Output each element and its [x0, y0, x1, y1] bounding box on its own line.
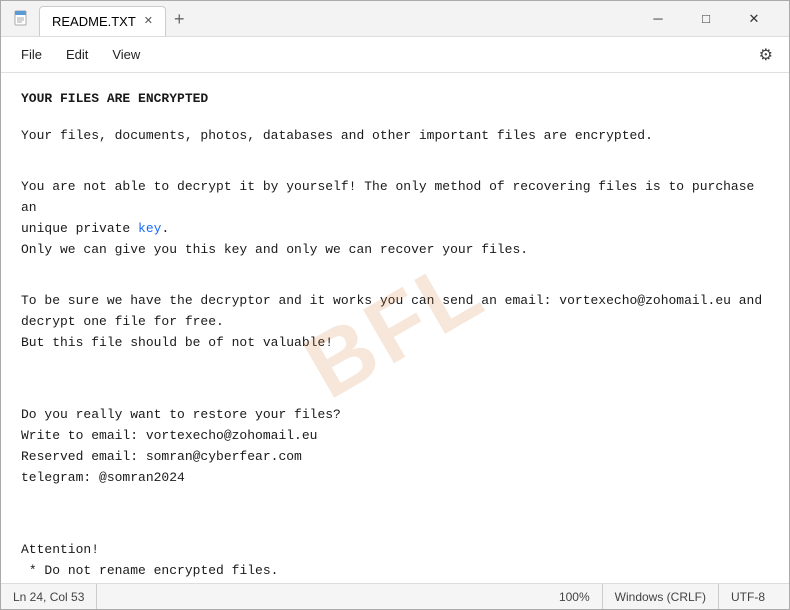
menubar: File Edit View ⚙ — [1, 37, 789, 73]
line-ending: Windows (CRLF) — [603, 584, 719, 609]
heading: YOUR FILES ARE ENCRYPTED — [21, 89, 769, 110]
statusbar: Ln 24, Col 53 100% Windows (CRLF) UTF-8 — [1, 583, 789, 609]
key-highlight: key — [138, 221, 161, 236]
close-button[interactable]: ✕ — [731, 3, 777, 35]
menu-edit[interactable]: Edit — [54, 43, 100, 66]
maximize-button[interactable]: □ — [683, 3, 729, 35]
minimize-button[interactable]: ─ — [635, 3, 681, 35]
tab-readme[interactable]: README.TXT ✕ — [39, 6, 166, 36]
paragraph-2: You are not able to decrypt it by yourse… — [21, 177, 769, 260]
encoding: UTF-8 — [719, 584, 777, 609]
main-window: README.TXT ✕ + ─ □ ✕ File Edit View ⚙ BF… — [0, 0, 790, 610]
tab-label: README.TXT — [52, 14, 136, 29]
cursor-position: Ln 24, Col 53 — [13, 584, 97, 609]
paragraph-3: To be sure we have the decryptor and it … — [21, 291, 769, 353]
zoom-level: 100% — [547, 584, 603, 609]
paragraph-5: Attention! * Do not rename encrypted fil… — [21, 540, 769, 583]
tab-area: README.TXT ✕ + — [39, 2, 635, 36]
menu-view[interactable]: View — [100, 43, 152, 66]
paragraph-4: Do you really want to restore your files… — [21, 405, 769, 488]
paragraph-1: Your files, documents, photos, databases… — [21, 126, 769, 147]
tab-close-icon[interactable]: ✕ — [144, 16, 153, 27]
settings-icon[interactable]: ⚙ — [751, 41, 781, 69]
text-content[interactable]: BFL YOUR FILES ARE ENCRYPTED Your files,… — [1, 73, 789, 583]
titlebar: README.TXT ✕ + ─ □ ✕ — [1, 1, 789, 37]
new-tab-button[interactable]: + — [166, 10, 193, 28]
window-controls: ─ □ ✕ — [635, 3, 777, 35]
menu-file[interactable]: File — [9, 43, 54, 66]
app-icon — [13, 10, 31, 28]
